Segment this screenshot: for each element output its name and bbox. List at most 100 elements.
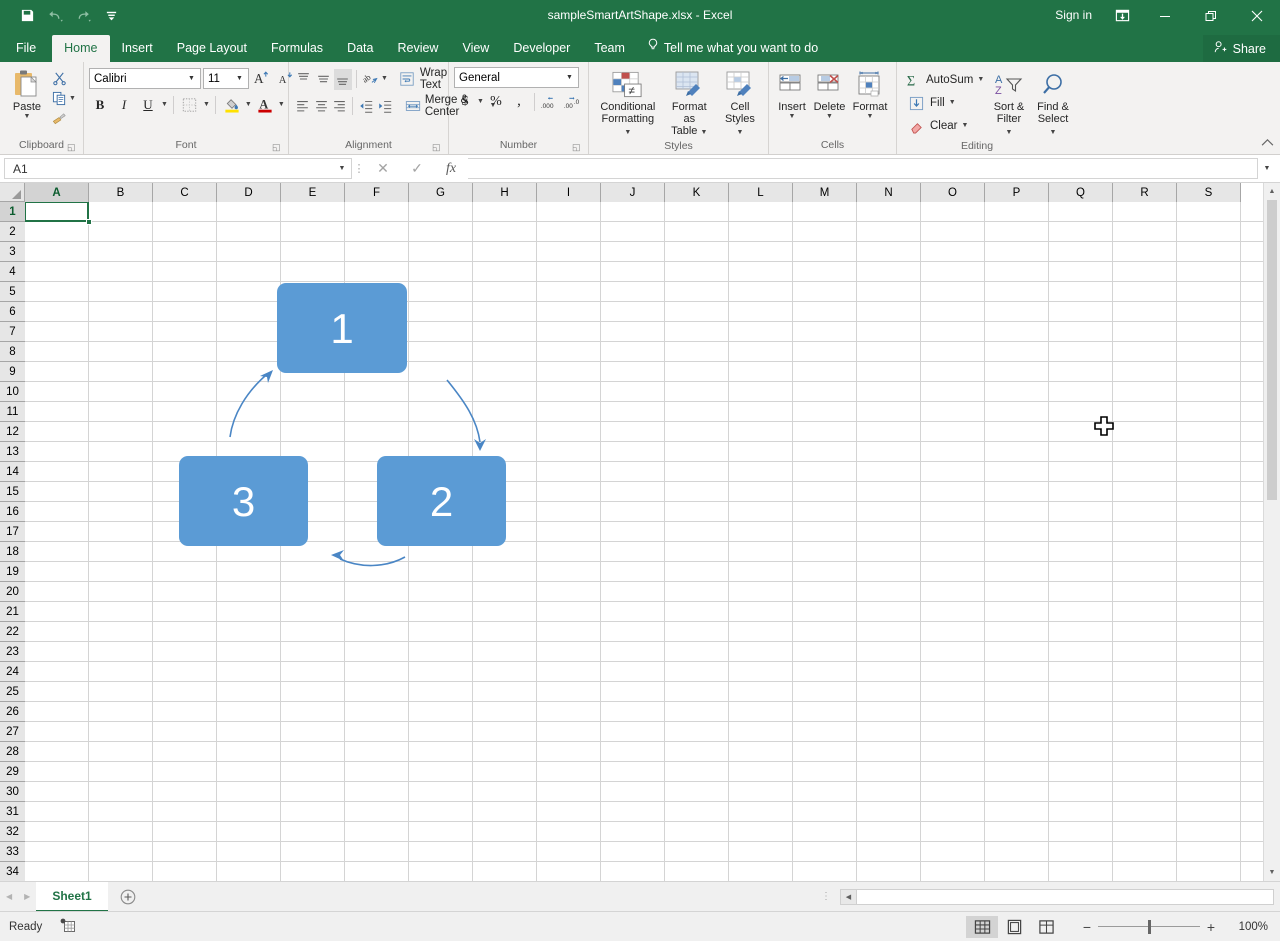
row-header-25[interactable]: 25	[0, 682, 25, 702]
minimize-icon[interactable]	[1142, 0, 1188, 31]
align-bottom-button[interactable]	[334, 69, 353, 90]
row-header-11[interactable]: 11	[0, 402, 25, 422]
currency-caret-icon[interactable]: ▼	[477, 98, 484, 106]
paste-button[interactable]: Paste ▼	[5, 67, 49, 128]
find-select-caret-icon[interactable]: ▼	[1050, 129, 1057, 136]
column-header-o[interactable]: O	[921, 183, 985, 202]
row-header-32[interactable]: 32	[0, 822, 25, 842]
row-header-8[interactable]: 8	[0, 342, 25, 362]
select-all-button[interactable]	[0, 183, 25, 202]
insert-function-button[interactable]: fx	[434, 158, 468, 180]
number-dialog-launcher[interactable]: ◱	[572, 142, 583, 153]
column-header-d[interactable]: D	[217, 183, 281, 202]
column-header-s[interactable]: S	[1177, 183, 1241, 202]
horizontal-scroll-track[interactable]	[857, 889, 1274, 905]
increase-decimal-button[interactable]: .000	[539, 91, 561, 112]
tab-insert[interactable]: Insert	[110, 35, 165, 62]
tab-home[interactable]: Home	[52, 35, 109, 62]
row-header-24[interactable]: 24	[0, 662, 25, 682]
customize-qat-icon[interactable]	[98, 4, 124, 28]
clipboard-dialog-launcher[interactable]: ◱	[67, 142, 78, 153]
column-header-a[interactable]: A	[25, 183, 89, 202]
tab-developer[interactable]: Developer	[501, 35, 582, 62]
tab-file[interactable]: File	[0, 35, 52, 62]
scroll-down-button[interactable]: ▼	[1264, 864, 1280, 881]
row-header-1[interactable]: 1	[0, 202, 25, 222]
column-header-e[interactable]: E	[281, 183, 345, 202]
fill-color-caret-icon[interactable]: ▼	[245, 101, 252, 109]
ribbon-display-options-icon[interactable]	[1102, 0, 1142, 31]
column-header-r[interactable]: R	[1113, 183, 1177, 202]
grid-cells[interactable]: 123	[25, 202, 1263, 881]
font-color-button[interactable]: A	[254, 94, 276, 115]
cell-styles-caret-icon[interactable]: ▼	[736, 129, 743, 136]
tab-review[interactable]: Review	[385, 35, 450, 62]
format-cells-button[interactable]: Format ▼	[849, 67, 891, 123]
column-header-n[interactable]: N	[857, 183, 921, 202]
column-header-p[interactable]: P	[985, 183, 1049, 202]
align-center-button[interactable]	[312, 96, 329, 117]
page-break-preview-button[interactable]	[1030, 916, 1062, 938]
font-size-dropdown-icon[interactable]: ▼	[233, 75, 246, 82]
enter-formula-button[interactable]: ✓	[400, 158, 434, 180]
name-box[interactable]: A1 ▼	[4, 158, 352, 179]
delete-cells-button[interactable]: Delete ▼	[810, 67, 849, 123]
comma-format-button[interactable]: ,	[508, 91, 530, 112]
row-header-30[interactable]: 30	[0, 782, 25, 802]
column-header-q[interactable]: Q	[1049, 183, 1113, 202]
row-header-20[interactable]: 20	[0, 582, 25, 602]
normal-view-button[interactable]	[966, 916, 998, 938]
number-format-combo[interactable]: General ▼	[454, 67, 579, 88]
undo-icon[interactable]	[42, 4, 68, 28]
tab-data[interactable]: Data	[335, 35, 385, 62]
column-header-h[interactable]: H	[473, 183, 537, 202]
font-name-combo[interactable]: Calibri ▼	[89, 68, 201, 89]
tab-formulas[interactable]: Formulas	[259, 35, 335, 62]
underline-caret-icon[interactable]: ▼	[161, 101, 168, 109]
autosum-button[interactable]: Σ AutoSum ▼	[902, 69, 988, 91]
horizontal-split-handle[interactable]: ⋮	[812, 882, 840, 911]
font-dialog-launcher[interactable]: ◱	[272, 142, 283, 153]
sort-filter-caret-icon[interactable]: ▼	[1006, 129, 1013, 136]
tell-me-box[interactable]: Tell me what you want to do	[637, 35, 828, 62]
format-as-table-caret-icon[interactable]: ▼	[700, 129, 707, 136]
collapse-ribbon-icon[interactable]	[1261, 138, 1274, 150]
name-box-dropdown-icon[interactable]: ▼	[333, 165, 351, 172]
save-icon[interactable]	[14, 4, 40, 28]
font-color-caret-icon[interactable]: ▼	[278, 101, 285, 109]
conditional-formatting-caret-icon[interactable]: ▼	[624, 129, 631, 136]
row-header-33[interactable]: 33	[0, 842, 25, 862]
row-header-10[interactable]: 10	[0, 382, 25, 402]
expand-formula-bar-icon[interactable]: ▼	[1258, 165, 1276, 172]
row-header-7[interactable]: 7	[0, 322, 25, 342]
smartart-cycle-diagram[interactable]: 123	[25, 202, 1255, 881]
align-left-button[interactable]	[294, 96, 311, 117]
align-right-button[interactable]	[331, 96, 348, 117]
zoom-slider[interactable]	[1098, 919, 1200, 935]
row-header-9[interactable]: 9	[0, 362, 25, 382]
paste-caret-icon[interactable]: ▼	[24, 113, 31, 121]
row-header-31[interactable]: 31	[0, 802, 25, 822]
column-header-m[interactable]: M	[793, 183, 857, 202]
next-sheet-icon[interactable]: ▶	[24, 892, 30, 901]
currency-format-button[interactable]: $	[454, 91, 476, 112]
share-button[interactable]: Share	[1203, 35, 1280, 62]
tab-page-layout[interactable]: Page Layout	[165, 35, 259, 62]
formula-input[interactable]	[468, 158, 1258, 179]
scroll-up-button[interactable]: ▲	[1264, 183, 1280, 200]
record-macro-icon[interactable]	[60, 918, 76, 936]
sort-filter-button[interactable]: A Z Sort & Filter ▼	[988, 67, 1030, 139]
column-header-g[interactable]: G	[409, 183, 473, 202]
align-top-button[interactable]	[294, 69, 313, 90]
increase-font-size-button[interactable]: A	[251, 68, 273, 89]
restore-icon[interactable]	[1188, 0, 1234, 31]
row-header-28[interactable]: 28	[0, 742, 25, 762]
alignment-dialog-launcher[interactable]: ◱	[432, 142, 443, 153]
format-painter-button[interactable]	[49, 109, 76, 128]
redo-icon[interactable]	[70, 4, 96, 28]
row-header-15[interactable]: 15	[0, 482, 25, 502]
column-header-i[interactable]: I	[537, 183, 601, 202]
row-header-2[interactable]: 2	[0, 222, 25, 242]
autosum-caret-icon[interactable]: ▼	[977, 76, 984, 84]
borders-button[interactable]	[179, 94, 201, 115]
